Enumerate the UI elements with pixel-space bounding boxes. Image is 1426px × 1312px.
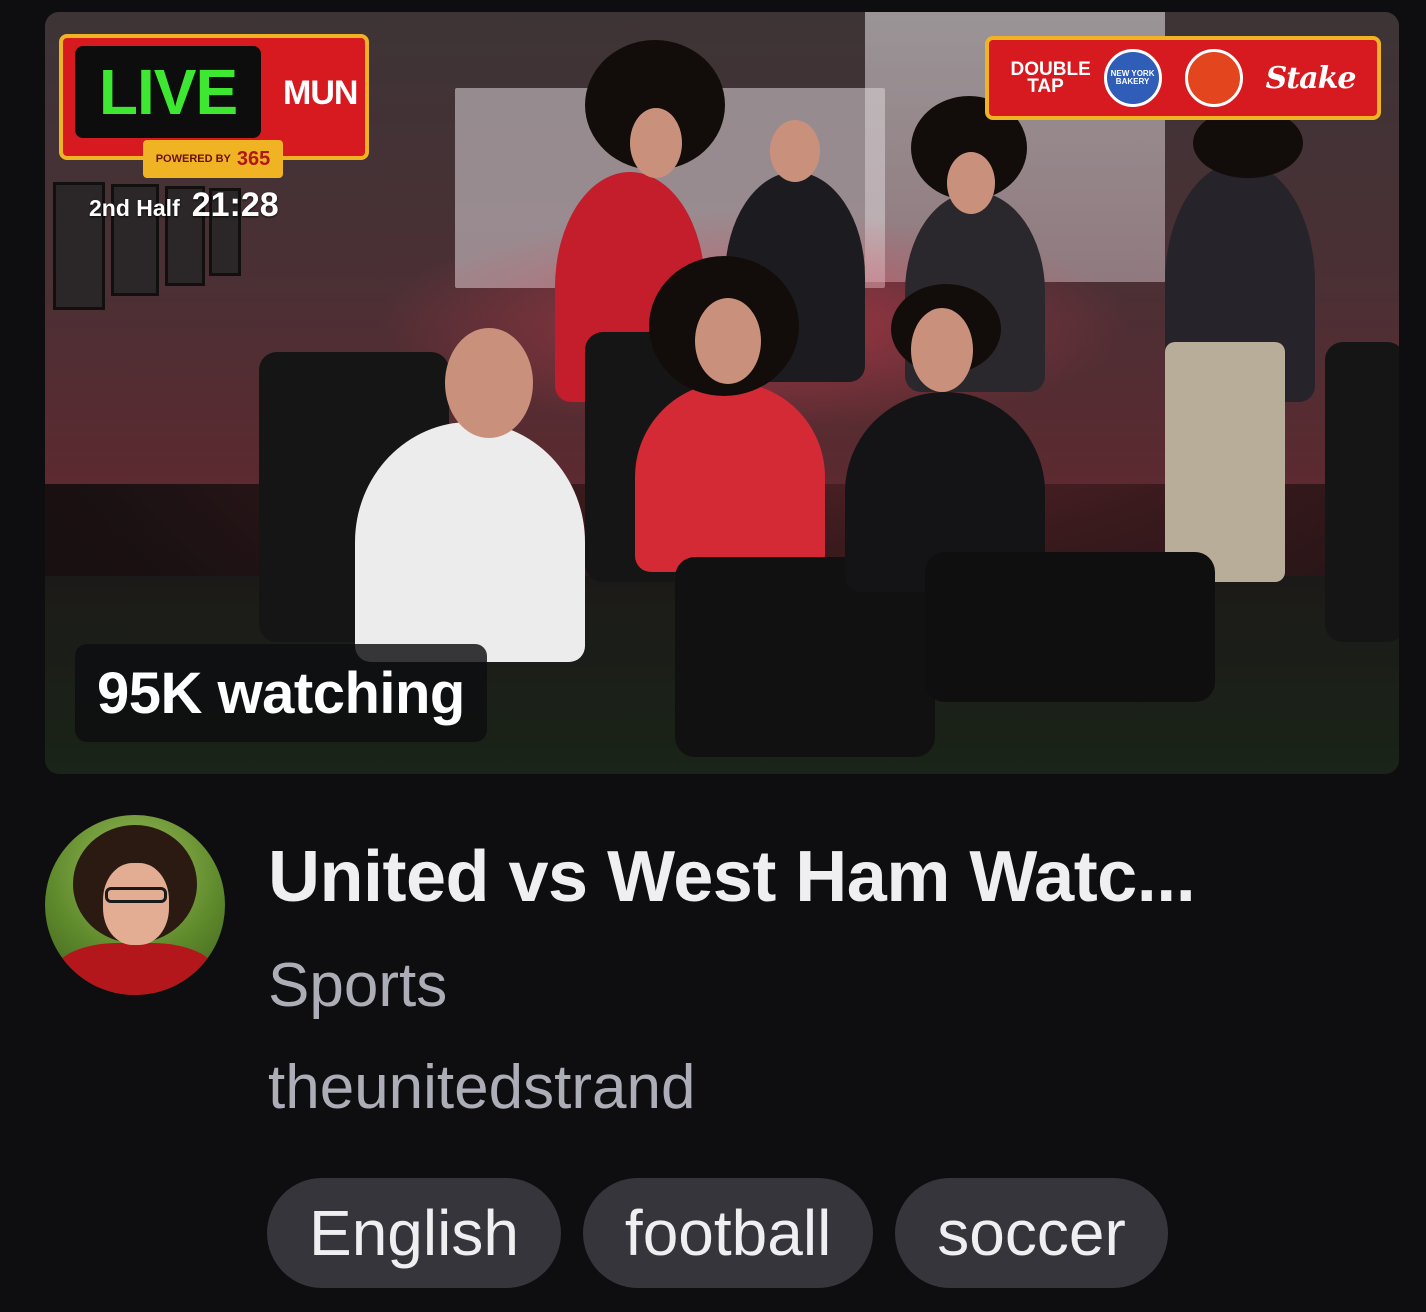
avatar-glasses	[105, 887, 167, 903]
sponsor-double-tap: DOUBLE TAP	[1010, 58, 1091, 97]
avatar-face	[103, 863, 169, 945]
person-head	[947, 152, 995, 214]
stream-category[interactable]: Sports	[268, 950, 447, 1021]
person-legs	[1165, 342, 1285, 582]
tag-list: English football soccer	[267, 1178, 1168, 1288]
live-label: LIVE	[98, 56, 238, 128]
person-head	[445, 328, 533, 438]
viewer-count-badge: 95K watching	[75, 644, 487, 742]
tag-football[interactable]: football	[582, 1178, 874, 1288]
channel-name[interactable]: theunitedstrand	[268, 1052, 695, 1123]
person-head	[770, 120, 820, 182]
gaming-chair	[1325, 342, 1399, 642]
match-clock: 2nd Half 21:28	[89, 186, 279, 225]
person-head	[911, 308, 973, 392]
powered-by-badge: POWERED BY 365	[143, 140, 283, 178]
person-figure	[355, 422, 585, 662]
live-indicator: LIVE	[75, 46, 261, 138]
tag-english[interactable]: English	[267, 1178, 561, 1288]
stream-title[interactable]: United vs West Ham Watc...	[268, 836, 1196, 918]
person-legs	[925, 552, 1215, 702]
tag-soccer[interactable]: soccer	[895, 1178, 1168, 1288]
sponsor-bar: DOUBLE TAP NEW YORK BAKERY Stake	[985, 36, 1381, 120]
powered-by-brand: 365	[236, 147, 271, 170]
stream-card[interactable]: LIVE MUN POWERED BY 365 2nd Half 21:28 D…	[0, 0, 1426, 1312]
avatar-shirt	[55, 943, 215, 995]
viewer-count: 95K watching	[97, 660, 465, 726]
person-figure	[635, 382, 825, 572]
sponsor-seal-logo	[1184, 49, 1243, 107]
person-head	[695, 298, 761, 384]
person-head	[630, 108, 682, 178]
match-half: 2nd Half	[89, 195, 180, 221]
team-abbreviation: MUN	[283, 74, 358, 112]
match-time: 21:28	[191, 186, 279, 224]
sponsor-stake: Stake	[1265, 60, 1357, 96]
stream-thumbnail[interactable]: LIVE MUN POWERED BY 365 2nd Half 21:28 D…	[45, 12, 1399, 774]
powered-by-label: POWERED BY	[155, 153, 231, 165]
sponsor-bakery-logo: NEW YORK BAKERY	[1103, 49, 1162, 107]
channel-avatar[interactable]	[45, 815, 225, 995]
